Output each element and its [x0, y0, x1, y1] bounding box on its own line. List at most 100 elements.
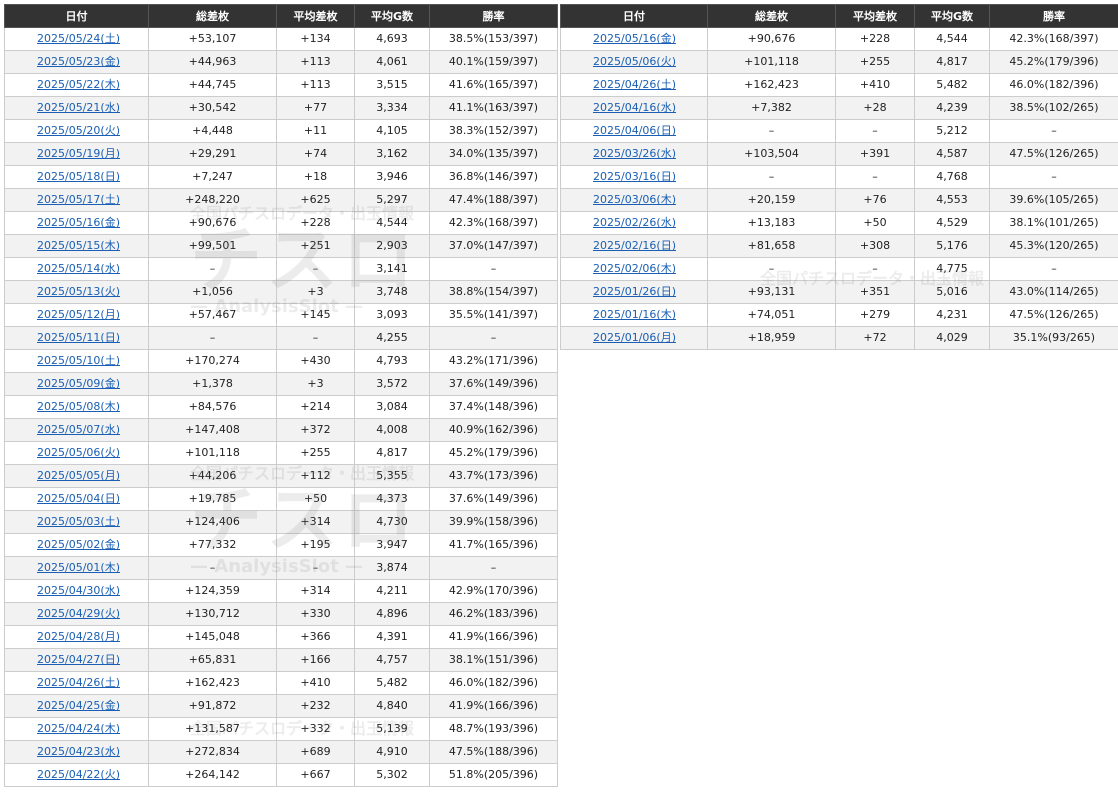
- avg-games-cell: 4,793: [354, 349, 430, 373]
- date-link[interactable]: 2025/05/19(月): [37, 147, 120, 160]
- total-diff-cell: +147,408: [148, 418, 277, 442]
- total-diff-cell: +57,467: [148, 303, 277, 327]
- date-link[interactable]: 2025/04/29(火): [37, 607, 120, 620]
- date-link[interactable]: 2025/05/09(金): [37, 377, 120, 390]
- avg-games-cell: 4,391: [354, 625, 430, 649]
- date-cell: 2025/05/10(土): [4, 349, 149, 373]
- date-cell: 2025/05/15(木): [4, 234, 149, 258]
- total-diff-cell: +90,676: [707, 27, 836, 51]
- date-link[interactable]: 2025/02/16(日): [593, 239, 676, 252]
- date-link[interactable]: 2025/05/01(木): [37, 561, 120, 574]
- date-cell: 2025/05/08(木): [4, 395, 149, 419]
- date-link[interactable]: 2025/05/05(月): [37, 469, 120, 482]
- avg-games-cell: 3,093: [354, 303, 430, 327]
- date-link[interactable]: 2025/03/16(日): [593, 170, 676, 183]
- date-link[interactable]: 2025/05/07(水): [37, 423, 120, 436]
- header-avg-games[interactable]: 平均G数: [914, 4, 990, 28]
- date-link[interactable]: 2025/04/25(金): [37, 699, 120, 712]
- avg-diff-cell: +3: [276, 280, 355, 304]
- total-diff-cell: +7,247: [148, 165, 277, 189]
- date-link[interactable]: 2025/05/10(土): [37, 354, 120, 367]
- date-link[interactable]: 2025/02/06(木): [593, 262, 676, 275]
- win-rate-cell: 51.8%(205/396): [429, 763, 558, 787]
- header-date[interactable]: 日付: [560, 4, 708, 28]
- date-link[interactable]: 2025/04/30(水): [37, 584, 120, 597]
- date-link[interactable]: 2025/05/22(木): [37, 78, 120, 91]
- table-row: 2025/05/23(金) +44,963 +113 4,061 40.1%(159/3…: [4, 50, 558, 74]
- total-diff-cell: +7,382: [707, 96, 836, 120]
- date-link[interactable]: 2025/05/11(日): [37, 331, 120, 344]
- date-link[interactable]: 2025/02/26(水): [593, 216, 676, 229]
- table-row: 2025/05/17(土) +248,220 +625 5,297 47.4%(188/…: [4, 188, 558, 212]
- date-cell: 2025/05/20(火): [4, 119, 149, 143]
- date-link[interactable]: 2025/04/26(土): [593, 78, 676, 91]
- avg-diff-cell: +76: [835, 188, 915, 212]
- avg-diff-cell: +18: [276, 165, 355, 189]
- header-avg-diff[interactable]: 平均差枚: [276, 4, 355, 28]
- total-diff-cell: +84,576: [148, 395, 277, 419]
- date-link[interactable]: 2025/05/24(土): [37, 32, 120, 45]
- date-link[interactable]: 2025/05/21(水): [37, 101, 120, 114]
- date-cell: 2025/03/26(水): [560, 142, 708, 166]
- date-link[interactable]: 2025/04/24(木): [37, 722, 120, 735]
- avg-games-cell: 3,334: [354, 96, 430, 120]
- header-avg-games[interactable]: 平均G数: [354, 4, 430, 28]
- header-date[interactable]: 日付: [4, 4, 149, 28]
- date-link[interactable]: 2025/03/06(木): [593, 193, 676, 206]
- win-rate-cell: –: [989, 257, 1118, 281]
- header-total-diff[interactable]: 総差枚: [707, 4, 836, 28]
- table-row: 2025/05/24(土) +53,107 +134 4,693 38.5%(153/3…: [4, 27, 558, 51]
- date-link[interactable]: 2025/01/06(月): [593, 331, 676, 344]
- date-link[interactable]: 2025/01/16(木): [593, 308, 676, 321]
- date-link[interactable]: 2025/05/14(水): [37, 262, 120, 275]
- table-row: 2025/04/28(月) +145,048 +366 4,391 41.9%(166/…: [4, 625, 558, 649]
- date-link[interactable]: 2025/04/27(日): [37, 653, 120, 666]
- total-diff-cell: +162,423: [707, 73, 836, 97]
- date-link[interactable]: 2025/04/16(水): [593, 101, 676, 114]
- date-link[interactable]: 2025/04/06(日): [593, 124, 676, 137]
- date-link[interactable]: 2025/05/06(火): [593, 55, 676, 68]
- header-total-diff[interactable]: 総差枚: [148, 4, 277, 28]
- header-win-rate[interactable]: 勝率: [989, 4, 1118, 28]
- date-cell: 2025/01/06(月): [560, 326, 708, 350]
- date-link[interactable]: 2025/05/06(火): [37, 446, 120, 459]
- date-link[interactable]: 2025/05/04(日): [37, 492, 120, 505]
- date-link[interactable]: 2025/05/03(土): [37, 515, 120, 528]
- date-link[interactable]: 2025/04/26(土): [37, 676, 120, 689]
- avg-diff-cell: +372: [276, 418, 355, 442]
- date-cell: 2025/04/29(火): [4, 602, 149, 626]
- header-avg-diff[interactable]: 平均差枚: [835, 4, 915, 28]
- date-link[interactable]: 2025/05/16(金): [593, 32, 676, 45]
- date-link[interactable]: 2025/05/23(金): [37, 55, 120, 68]
- avg-diff-cell: +195: [276, 533, 355, 557]
- date-link[interactable]: 2025/05/08(木): [37, 400, 120, 413]
- win-rate-cell: 37.0%(147/397): [429, 234, 558, 258]
- date-link[interactable]: 2025/05/18(日): [37, 170, 120, 183]
- date-link[interactable]: 2025/05/13(火): [37, 285, 120, 298]
- avg-diff-cell: +689: [276, 740, 355, 764]
- date-link[interactable]: 2025/05/17(土): [37, 193, 120, 206]
- win-rate-cell: 38.5%(153/397): [429, 27, 558, 51]
- date-link[interactable]: 2025/01/26(日): [593, 285, 676, 298]
- date-link[interactable]: 2025/05/02(金): [37, 538, 120, 551]
- date-link[interactable]: 2025/05/15(木): [37, 239, 120, 252]
- avg-games-cell: 4,896: [354, 602, 430, 626]
- date-link[interactable]: 2025/03/26(水): [593, 147, 676, 160]
- avg-diff-cell: +279: [835, 303, 915, 327]
- table-row: 2025/03/16(日) – –4,768–: [560, 165, 1118, 189]
- date-link[interactable]: 2025/04/28(月): [37, 630, 120, 643]
- date-link[interactable]: 2025/05/16(金): [37, 216, 120, 229]
- header-win-rate[interactable]: 勝率: [429, 4, 558, 28]
- date-link[interactable]: 2025/05/12(月): [37, 308, 120, 321]
- win-rate-cell: 35.1%(93/265): [989, 326, 1118, 350]
- date-link[interactable]: 2025/04/23(水): [37, 745, 120, 758]
- total-diff-cell: +29,291: [148, 142, 277, 166]
- win-rate-cell: 38.5%(102/265): [989, 96, 1118, 120]
- date-cell: 2025/04/27(日): [4, 648, 149, 672]
- date-link[interactable]: 2025/05/20(火): [37, 124, 120, 137]
- date-link[interactable]: 2025/04/22(火): [37, 768, 120, 781]
- date-cell: 2025/04/24(木): [4, 717, 149, 741]
- avg-games-cell: 3,572: [354, 372, 430, 396]
- win-rate-cell: 45.2%(179/396): [989, 50, 1118, 74]
- total-diff-cell: +93,131: [707, 280, 836, 304]
